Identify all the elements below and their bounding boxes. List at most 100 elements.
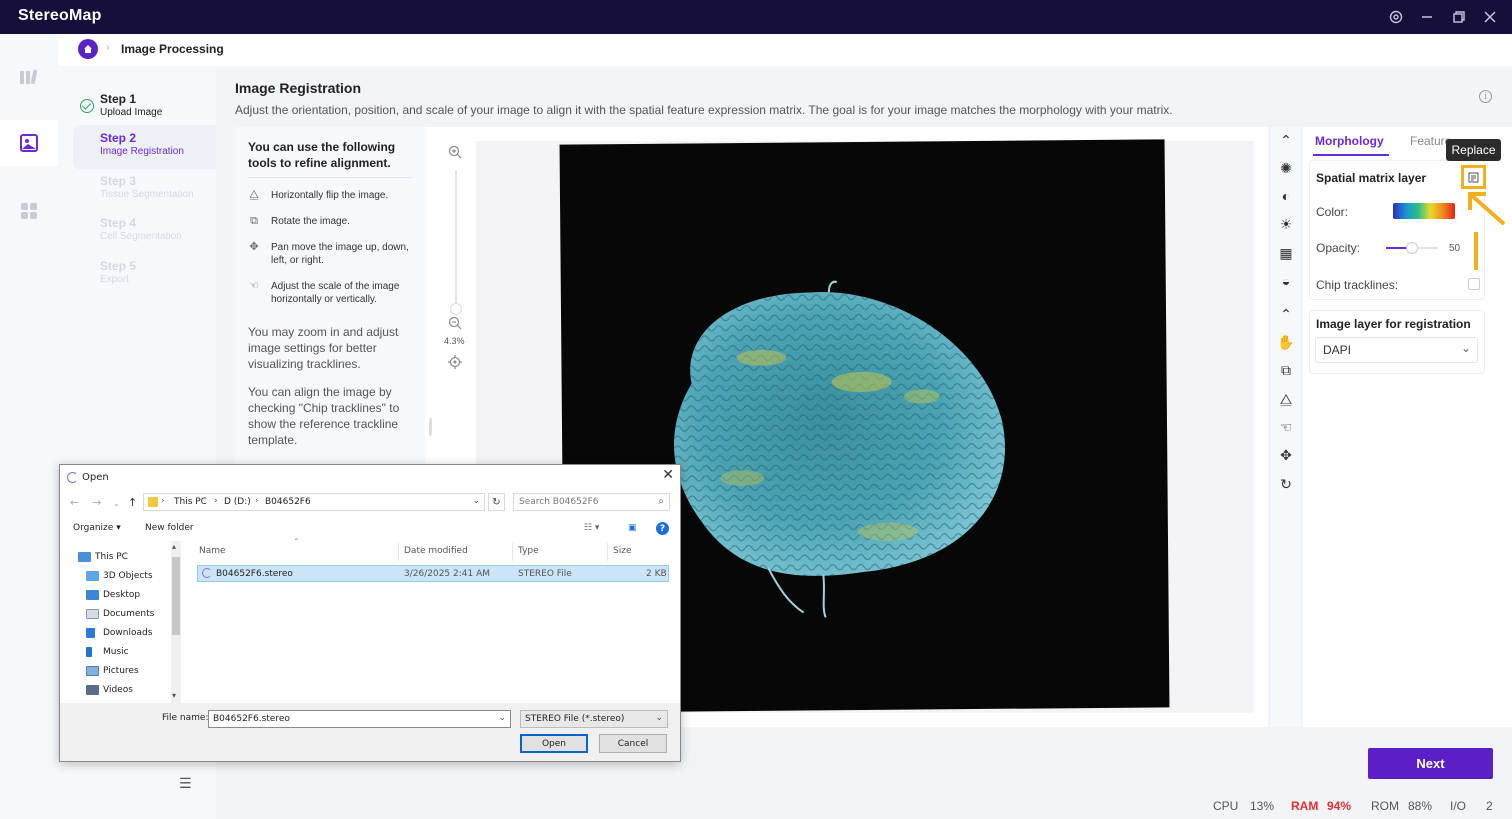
document-icon <box>86 609 99 619</box>
zoom-out-icon[interactable] <box>448 316 462 333</box>
help-icon[interactable]: ? <box>656 522 669 535</box>
file-name[interactable]: B04652F6.stereo <box>216 569 293 579</box>
step-subtitle: Cell Segmentation <box>100 231 182 242</box>
image-layer-title: Image layer for registration <box>1316 317 1471 331</box>
hand-pan-icon[interactable]: ✋ <box>1276 332 1296 352</box>
column-header-date[interactable]: Date modified <box>404 546 468 556</box>
io-value: 2 <box>1486 799 1493 813</box>
chevron-down-icon[interactable]: ⌄ <box>113 499 120 508</box>
tree-item-downloads[interactable]: Downloads <box>86 625 152 641</box>
film-icon <box>86 685 99 695</box>
rail-library-icon[interactable] <box>0 54 58 100</box>
chevron-down-icon: ⌄ <box>1460 341 1471 355</box>
filename-input[interactable]: B04652F6.stereo ⌄ <box>208 710 511 728</box>
back-arrow-icon[interactable]: ← <box>70 496 79 509</box>
tab-morphology[interactable]: Morphology <box>1315 134 1384 148</box>
open-button[interactable]: Open <box>520 734 588 753</box>
tips-scrollbar[interactable] <box>429 418 432 436</box>
close-icon[interactable] <box>1475 0 1505 34</box>
tree-item-videos[interactable]: Videos <box>86 682 133 698</box>
organize-menu[interactable]: Organize ▾ <box>73 523 121 533</box>
settings-icon[interactable] <box>1381 0 1411 34</box>
zoom-slider-track[interactable] <box>455 170 457 310</box>
home-icon[interactable] <box>78 39 98 59</box>
collapse-up-icon[interactable]: ⌃ <box>1276 130 1296 150</box>
collapse-menu-icon[interactable]: ☰ <box>179 775 192 792</box>
settings-gear-icon[interactable]: ✺ <box>1276 158 1296 178</box>
collapse-up-icon[interactable]: ⌃ <box>1276 304 1296 324</box>
rail-apps-icon[interactable] <box>0 188 58 234</box>
restore-icon[interactable] <box>1444 0 1474 34</box>
tracklines-label: Chip tracklines: <box>1316 278 1399 292</box>
scroll-up-icon[interactable]: ▴ <box>172 542 176 551</box>
page-description: Adjust the orientation, position, and sc… <box>235 103 1173 117</box>
step-title: Step 2 <box>100 131 137 145</box>
brightness-icon[interactable]: ☀ <box>1276 214 1296 234</box>
tree-item-pictures[interactable]: Pictures <box>86 663 139 679</box>
next-button[interactable]: Next <box>1368 748 1493 779</box>
scale-icon[interactable]: ☜ <box>1276 417 1296 437</box>
address-bar[interactable]: › This PC › D (D:) › B04652F6 ⌄ <box>143 493 485 511</box>
desktop-icon <box>86 590 99 600</box>
path-segment[interactable]: D (D:) <box>224 497 251 507</box>
chevron-down-icon: ⌄ <box>655 713 663 723</box>
color-drop-icon[interactable]: ◒ <box>1276 271 1296 291</box>
chevron-right-icon: › <box>106 42 110 54</box>
column-header-name[interactable]: Name <box>199 546 226 556</box>
tree-item-desktop[interactable]: Desktop <box>86 587 140 603</box>
chevron-down-icon[interactable]: ⌄ <box>498 713 506 723</box>
chevron-down-icon[interactable]: ⌄ <box>472 496 480 506</box>
column-header-size[interactable]: Size <box>613 546 631 556</box>
flip-icon[interactable]: ⧋ <box>1276 389 1296 409</box>
column-divider[interactable] <box>607 543 608 561</box>
tree-item-3d-objects[interactable]: 3D Objects <box>86 568 153 584</box>
rotate-icon[interactable]: ⧉ <box>1276 360 1296 380</box>
contrast-icon[interactable]: ◐ <box>1276 186 1296 206</box>
up-arrow-icon[interactable]: ↑ <box>128 496 137 509</box>
tree-item-documents[interactable]: Documents <box>86 606 154 622</box>
step-2[interactable]: Step 2 Image Registration <box>73 125 216 169</box>
zoom-slider-handle[interactable] <box>450 303 462 315</box>
checkerboard-icon[interactable]: ▦ <box>1276 243 1296 263</box>
opacity-slider-handle[interactable] <box>1406 242 1418 254</box>
move-icon[interactable]: ✥ <box>1276 445 1296 465</box>
rail-image-processing-icon[interactable] <box>0 120 58 166</box>
file-type: STEREO File <box>518 569 572 579</box>
color-map-swatch[interactable] <box>1393 203 1455 219</box>
cube-icon <box>86 571 99 581</box>
filetype-select[interactable]: STEREO File (*.stereo) ⌄ <box>520 710 668 728</box>
column-divider[interactable] <box>512 543 513 561</box>
zoom-in-icon[interactable] <box>448 145 462 162</box>
column-divider[interactable] <box>398 543 399 561</box>
file-size: 2 KB <box>646 569 667 579</box>
recenter-icon[interactable] <box>448 355 462 372</box>
column-header-type[interactable]: Type <box>518 546 539 556</box>
refresh-icon[interactable]: ↻ <box>488 493 505 511</box>
minimize-icon[interactable] <box>1412 0 1442 34</box>
view-options-icon[interactable]: ☷ ▾ <box>584 523 599 533</box>
path-segment[interactable]: B04652F6 <box>265 497 311 507</box>
tree-item-this-pc[interactable]: This PC <box>78 549 128 565</box>
replace-file-button[interactable] <box>1461 165 1486 189</box>
opacity-value[interactable]: 50 <box>1449 243 1460 254</box>
rom-label: ROM <box>1371 799 1399 813</box>
new-folder-button[interactable]: New folder <box>145 523 194 533</box>
reset-icon[interactable]: ↻ <box>1276 474 1296 494</box>
tree-label: Videos <box>103 685 133 695</box>
preview-pane-icon[interactable]: ▣ <box>628 523 637 533</box>
chip-tracklines-checkbox[interactable] <box>1468 278 1480 290</box>
search-input[interactable]: Search B04652F6 ⌕ <box>513 493 670 511</box>
close-icon[interactable]: ✕ <box>662 467 674 483</box>
info-icon[interactable]: i <box>1479 90 1492 103</box>
document-icon <box>1468 172 1479 182</box>
tree-item-music[interactable]: Music <box>86 644 129 660</box>
cancel-button[interactable]: Cancel <box>599 734 667 753</box>
search-placeholder: Search B04652F6 <box>519 497 599 507</box>
forward-arrow-icon[interactable]: → <box>92 496 101 509</box>
path-segment[interactable]: This PC <box>174 497 207 507</box>
tree-scrollbar-thumb[interactable] <box>172 557 180 635</box>
scroll-down-icon[interactable]: ▾ <box>172 691 176 700</box>
file-date: 3/26/2025 2:41 AM <box>404 569 491 579</box>
step-1[interactable]: Step 1 Upload Image <box>73 86 216 130</box>
image-layer-select[interactable]: DAPI ⌄ <box>1315 337 1478 363</box>
